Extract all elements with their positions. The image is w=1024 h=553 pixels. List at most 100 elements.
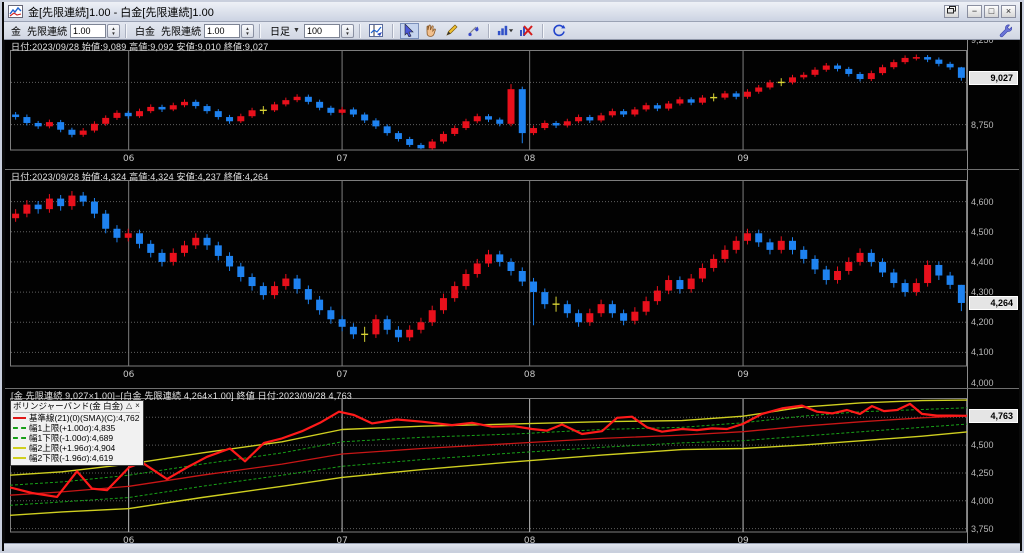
- candle: [710, 254, 718, 272]
- window-title: 金[先限連続]1.00 - 白金[先限連続]1.00: [28, 6, 214, 19]
- candle: [192, 233, 200, 249]
- candle: [293, 274, 301, 294]
- chart-cursor-tool[interactable]: [367, 23, 386, 39]
- platinum-candle-panel: 日付:2023/09/28 始値:4,324 高値:4,324 安値:4,237…: [5, 169, 1019, 388]
- candle: [428, 139, 436, 150]
- platinum-ratio-input[interactable]: 1.00: [204, 23, 240, 38]
- delete-indicators-tool[interactable]: [517, 23, 536, 39]
- candle: [181, 99, 189, 108]
- legend-collapse-icon[interactable]: △: [126, 401, 132, 411]
- legend-item: 幅1上限(+1.00σ):4,835: [13, 423, 140, 433]
- gold-price-axis: 9,250 8,750 9,027: [967, 40, 1019, 169]
- candle: [631, 106, 639, 117]
- candle: [383, 315, 391, 335]
- candle: [372, 118, 380, 129]
- candle: [608, 300, 616, 318]
- select-arrow-tool[interactable]: [399, 22, 419, 39]
- candle: [248, 273, 256, 291]
- spread-price-axis: 4,500 4,250 4,000 3,750 4,763: [967, 389, 1019, 545]
- bar-count-input[interactable]: 100: [303, 23, 340, 38]
- candle: [721, 245, 729, 263]
- candle: [23, 200, 31, 218]
- candle: [552, 120, 560, 129]
- draw-pencil-tool[interactable]: [442, 23, 461, 39]
- candle: [597, 299, 605, 317]
- platinum-candle-chart[interactable]: 06 07 08 09: [10, 170, 967, 388]
- legend-item-label: 幅2上限(+1.96σ):4,904: [29, 443, 116, 453]
- legend-item-label: 幅1下限(-1.00σ):4,689: [29, 433, 114, 443]
- candle: [158, 104, 166, 112]
- toolbar-separator: [541, 23, 544, 38]
- candle: [687, 97, 695, 106]
- candle: [361, 326, 369, 342]
- legend-item-label: 幅2下限(-1.96σ):4,619: [29, 453, 114, 463]
- period-select[interactable]: 日足 ▼: [268, 23, 302, 38]
- legend-item-label: 基準線(21)(0)(SMA)(C):4,762: [29, 413, 140, 423]
- candle: [293, 94, 301, 103]
- maximize-button[interactable]: □: [984, 5, 999, 18]
- legend-close-icon[interactable]: ×: [135, 401, 140, 411]
- candle: [811, 255, 819, 274]
- spread-bollinger-chart[interactable]: 06 07 08 09: [10, 389, 967, 545]
- refresh-tool[interactable]: [550, 23, 569, 39]
- candle: [439, 293, 447, 314]
- chart-type-tool[interactable]: [496, 23, 515, 39]
- y-axis-label: 4,100: [971, 347, 994, 358]
- chart-window: 金[先限連続]1.00 - 白金[先限連続]1.00 − □ × 金 先限連続 …: [0, 0, 1024, 553]
- candle: [620, 309, 628, 326]
- x-axis-month-label: 07: [336, 154, 347, 164]
- candle: [304, 94, 312, 105]
- candle: [12, 209, 20, 222]
- legend-line-swatch: [13, 437, 26, 439]
- candle: [304, 285, 312, 305]
- candle: [124, 228, 132, 242]
- gold-candle-chart[interactable]: 06 07 08 09: [10, 40, 967, 169]
- minimize-button[interactable]: −: [967, 5, 982, 18]
- candle: [68, 191, 76, 210]
- draw-brush-tool[interactable]: [463, 23, 482, 39]
- candle: [924, 55, 932, 63]
- y-axis-label: 4,400: [971, 256, 994, 267]
- candle: [79, 128, 87, 137]
- candle: [518, 267, 526, 287]
- candle: [957, 66, 965, 81]
- x-axis-month-label: 06: [123, 154, 135, 164]
- spread-bollinger-panel: [金 先限連続 9,027×1.00]−[白金 先限連続 4,264×1.00]…: [5, 388, 1019, 545]
- gold-ratio-spinner[interactable]: ▲ ▼: [107, 23, 120, 38]
- candle: [552, 296, 560, 312]
- candle: [777, 236, 785, 254]
- candle: [203, 104, 211, 114]
- toolbar: 金 先限連続 1.00 ▲ ▼ 白金 先限連続 1.00 ▲ ▼ 日足 ▼ 100 …: [4, 22, 1020, 40]
- candle: [203, 234, 211, 250]
- titlebar: 金[先限連続]1.00 - 白金[先限連続]1.00 − □ ×: [4, 2, 1020, 22]
- legend-item: 幅2下限(-1.96σ):4,619: [13, 453, 140, 463]
- candle: [226, 114, 234, 124]
- close-button[interactable]: ×: [1001, 5, 1016, 18]
- candle: [676, 96, 684, 106]
- candle: [147, 240, 155, 258]
- toolbar-separator: [487, 23, 490, 38]
- candle: [563, 118, 571, 128]
- candle: [912, 278, 920, 296]
- candle: [90, 121, 98, 133]
- candle: [901, 279, 909, 297]
- candle: [158, 249, 166, 267]
- platinum-ratio-spinner[interactable]: ▲ ▼: [241, 23, 254, 38]
- cascade-button[interactable]: [944, 5, 959, 18]
- candle: [912, 54, 920, 61]
- bollinger-legend[interactable]: ボリンジャーバンド(金 白金) △ × 基準線(21)(0)(SMA)(C):4…: [10, 400, 144, 466]
- bar-count-spinner[interactable]: ▲ ▼: [340, 23, 354, 38]
- pan-hand-tool[interactable]: [421, 23, 440, 39]
- legend-line-swatch: [13, 447, 26, 449]
- candle: [57, 194, 65, 211]
- candle: [946, 61, 954, 70]
- candle: [586, 308, 594, 326]
- last-price-chip: 4,264: [969, 295, 1018, 310]
- x-axis-month-label: 07: [336, 370, 347, 380]
- candle: [237, 113, 245, 123]
- candle: [653, 103, 661, 112]
- candle: [665, 275, 673, 295]
- y-axis-label: 4,200: [971, 317, 994, 328]
- y-axis-label: 4,000: [971, 377, 994, 388]
- gold-ratio-input[interactable]: 1.00: [70, 23, 106, 38]
